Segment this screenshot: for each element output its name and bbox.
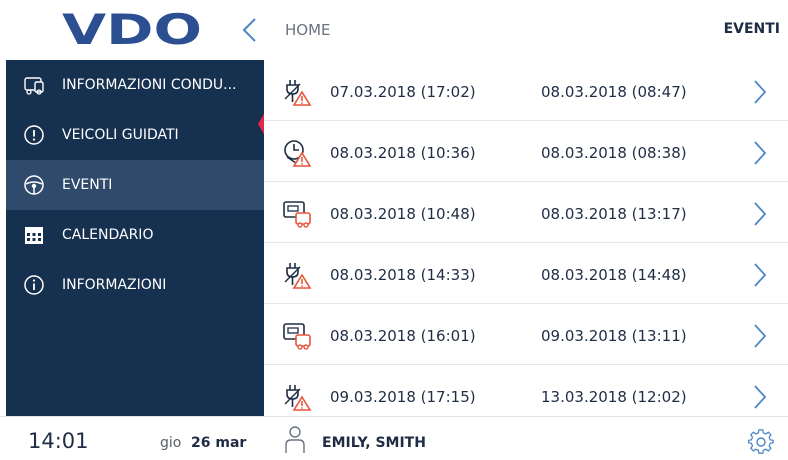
time-overlap-warning-icon <box>284 140 312 167</box>
sidebar-nav: INFORMAZIONI CONDU... VEICOLI GUIDATI EV… <box>6 60 264 416</box>
event-row[interactable]: 09.03.2018 (17:15) 13.03.2018 (12:02) <box>264 365 788 416</box>
power-interruption-warning-icon <box>284 385 312 411</box>
sidebar-item-information[interactable]: INFORMAZIONI <box>6 260 264 310</box>
sidebar-item-label: CALENDARIO <box>62 227 154 243</box>
date-weekday: gio <box>160 435 182 451</box>
vehicle-card-warning-icon <box>283 201 311 228</box>
date-value: 26 mar <box>191 435 247 451</box>
calendar-icon <box>25 227 43 244</box>
settings-gear-icon[interactable] <box>748 429 774 455</box>
user-icon <box>285 426 305 453</box>
status-bar: 14:01 gio 26 mar EMILY, SMITH <box>0 416 788 460</box>
info-icon <box>24 275 44 295</box>
driver-card-icon <box>24 77 44 95</box>
power-interruption-warning-icon <box>284 263 312 289</box>
event-row[interactable]: 07.03.2018 (17:02) 08.03.2018 (08:47) <box>264 60 788 121</box>
event-start: 08.03.2018 (10:48) <box>330 205 476 223</box>
event-row[interactable]: 08.03.2018 (10:36) 08.03.2018 (08:38) <box>264 121 788 182</box>
clock-time: 14:01 <box>28 429 89 453</box>
chevron-right-icon[interactable] <box>752 323 768 349</box>
sidebar-item-driver-info[interactable]: INFORMAZIONI CONDU... <box>6 60 264 110</box>
chevron-right-icon[interactable] <box>752 201 768 227</box>
logo-text: VDO <box>62 10 202 48</box>
power-interruption-warning-icon <box>284 80 312 106</box>
chevron-right-icon[interactable] <box>752 79 768 105</box>
breadcrumb-home[interactable]: HOME <box>285 21 331 39</box>
page-title: EVENTI <box>723 21 780 37</box>
header-bar: VDO HOME EVENTI <box>0 0 788 60</box>
event-end: 13.03.2018 (12:02) <box>541 388 687 406</box>
sidebar-item-vehicles[interactable]: VEICOLI GUIDATI <box>6 110 264 160</box>
steering-wheel-icon <box>24 175 44 195</box>
events-list: 07.03.2018 (17:02) 08.03.2018 (08:47) 08… <box>264 60 788 416</box>
event-end: 08.03.2018 (13:17) <box>541 205 687 223</box>
driver-name: EMILY, SMITH <box>322 435 426 451</box>
sidebar-item-label: INFORMAZIONI <box>62 277 167 293</box>
back-button[interactable] <box>238 16 262 44</box>
chevron-right-icon[interactable] <box>752 384 768 410</box>
event-start: 08.03.2018 (14:33) <box>330 266 476 284</box>
warning-circle-icon <box>24 125 44 145</box>
event-row[interactable]: 08.03.2018 (10:48) 08.03.2018 (13:17) <box>264 182 788 243</box>
event-start: 08.03.2018 (16:01) <box>330 327 476 345</box>
event-row[interactable]: 08.03.2018 (14:33) 08.03.2018 (14:48) <box>264 243 788 304</box>
event-start: 07.03.2018 (17:02) <box>330 83 476 101</box>
chevron-right-icon[interactable] <box>752 140 768 166</box>
sidebar-item-label: INFORMAZIONI CONDU... <box>62 77 237 93</box>
event-row[interactable]: 08.03.2018 (16:01) 09.03.2018 (13:11) <box>264 304 788 365</box>
sidebar-item-calendar[interactable]: CALENDARIO <box>6 210 264 260</box>
sidebar-item-events[interactable]: EVENTI <box>6 160 264 210</box>
event-end: 09.03.2018 (13:11) <box>541 327 687 345</box>
vdo-logo: VDO <box>62 10 202 48</box>
sidebar-item-label: VEICOLI GUIDATI <box>62 127 179 143</box>
sidebar-item-label: EVENTI <box>62 177 113 193</box>
event-start: 08.03.2018 (10:36) <box>330 144 476 162</box>
event-end: 08.03.2018 (14:48) <box>541 266 687 284</box>
event-end: 08.03.2018 (08:47) <box>541 83 687 101</box>
event-end: 08.03.2018 (08:38) <box>541 144 687 162</box>
vehicle-card-warning-icon <box>283 323 311 350</box>
chevron-right-icon[interactable] <box>752 262 768 288</box>
event-start: 09.03.2018 (17:15) <box>330 388 476 406</box>
